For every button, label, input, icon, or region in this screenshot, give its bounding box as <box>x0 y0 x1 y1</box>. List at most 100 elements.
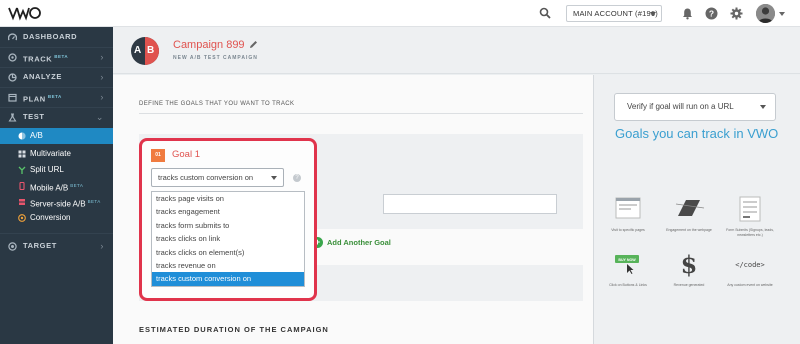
badge-letter-a: A <box>134 45 142 56</box>
vwo-logo[interactable] <box>8 5 42 21</box>
track-icon <box>8 53 17 62</box>
sidebar-subitem-ab[interactable]: A/B <box>0 128 113 144</box>
app-window: MAIN ACCOUNT (#196) ? DASHBOARD TRACK BE… <box>0 0 800 344</box>
sidebar-item-track[interactable]: TRACK BETA › <box>0 47 113 67</box>
browser-page-icon <box>615 197 641 219</box>
dropdown-option[interactable]: tracks form submits to <box>152 219 304 232</box>
ab-icon <box>18 132 26 140</box>
user-menu-chevron-icon[interactable] <box>779 12 785 16</box>
sidebar-item-label: ANALYZE <box>23 72 62 81</box>
dropdown-option[interactable]: tracks page visits on <box>152 192 304 205</box>
add-another-goal-button[interactable]: + Add Another Goal <box>312 237 391 249</box>
split-icon <box>18 166 26 174</box>
sidebar: DASHBOARD TRACK BETA › ANALYZE › PLAN BETA… <box>0 27 113 344</box>
ab-test-badge-icon: A B <box>131 37 159 65</box>
verify-url-label: Verify if goal will run on a URL <box>627 102 734 111</box>
dropdown-option[interactable]: tracks engagement <box>152 205 304 218</box>
test-icon <box>8 113 17 122</box>
beta-badge: BETA <box>54 54 69 59</box>
account-label: MAIN ACCOUNT (#196) <box>573 9 658 18</box>
campaign-header: A B Campaign 899 NEW A/B TEST CAMPAIGN <box>113 27 800 74</box>
beta-badge: BETA <box>87 199 101 204</box>
chevron-right-icon: › <box>100 241 104 251</box>
chevron-right-icon: › <box>100 92 104 102</box>
sidebar-subitem-label: Split URL <box>30 165 64 174</box>
sidebar-item-label: DASHBOARD <box>23 32 78 41</box>
search-icon[interactable] <box>539 7 551 19</box>
dropdown-option-selected[interactable]: tracks custom conversion on <box>152 272 304 286</box>
chevron-right-icon: › <box>100 52 104 62</box>
target-icon <box>8 242 17 251</box>
form-icon <box>739 196 761 222</box>
sidebar-subitem-label: Mobile A/B <box>30 183 69 193</box>
gear-icon[interactable] <box>730 7 743 20</box>
plan-icon <box>8 93 17 102</box>
thumb-caption: Engagement on the webpage <box>666 228 712 232</box>
campaign-subtitle: NEW A/B TEST CAMPAIGN <box>173 55 258 61</box>
thumb-caption: Revenue generated <box>673 283 705 287</box>
goal-title: Goal 1 <box>172 149 200 160</box>
user-avatar[interactable] <box>756 4 775 23</box>
chevron-down-icon: ⌄ <box>95 112 104 122</box>
engagement-icon <box>675 200 705 216</box>
sidebar-item-label: TARGET <box>23 241 57 250</box>
thumb-caption: Form Submits (Signups, leads, newsletter… <box>726 228 774 237</box>
top-bar: MAIN ACCOUNT (#196) ? <box>0 0 800 27</box>
info-icon[interactable]: ? <box>293 174 301 182</box>
edit-pencil-icon[interactable] <box>249 40 258 49</box>
sidebar-subitem-mobile-ab[interactable]: Mobile A/B BETA <box>0 178 113 194</box>
sidebar-subitem-label: A/B <box>30 131 43 140</box>
sidebar-item-plan[interactable]: PLAN BETA › <box>0 87 113 107</box>
sidebar-subitem-multivariate[interactable]: Multivariate <box>0 146 113 162</box>
thumb-caption: Click on Buttons & Links <box>609 283 647 287</box>
goals-you-can-track-heading: Goals you can track in VWO <box>615 126 779 141</box>
thumb-caption: Visit to specific pages <box>611 228 645 232</box>
goal-thumb-clicks: BUY NOW Click on Buttons & Links <box>603 249 653 288</box>
divider <box>139 113 583 114</box>
dropdown-option[interactable]: tracks revenue on <box>152 259 304 272</box>
beta-badge: BETA <box>47 94 62 99</box>
chevron-down-icon <box>760 105 766 109</box>
goal-number-badge: 01 <box>151 149 165 162</box>
estimated-duration-heading: ESTIMATED DURATION OF THE CAMPAIGN <box>139 325 329 334</box>
goal-type-dropdown-list: tracks page visits on tracks engagement … <box>151 191 305 287</box>
add-goal-label: Add Another Goal <box>327 238 391 247</box>
sidebar-subitem-label: Conversion <box>30 213 71 222</box>
beta-badge: BETA <box>70 183 84 188</box>
sidebar-subitem-split-url[interactable]: Split URL <box>0 162 113 178</box>
sidebar-subitem-label: Multivariate <box>30 149 71 158</box>
dropdown-option[interactable]: tracks clicks on link <box>152 232 304 245</box>
sidebar-item-dashboard[interactable]: DASHBOARD <box>0 27 113 47</box>
goal-thumb-custom-event: </code> Any custom event on website <box>725 249 775 288</box>
right-panel: Verify if goal will run on a URL Goals y… <box>593 75 800 344</box>
sidebar-subitem-server-side-ab[interactable]: Server-side A/B BETA <box>0 194 113 210</box>
account-selector[interactable]: MAIN ACCOUNT (#196) <box>566 5 662 22</box>
sidebar-item-label: TRACK <box>23 54 53 64</box>
dashboard-icon <box>8 33 17 41</box>
goal-url-input[interactable] <box>383 194 557 214</box>
mobile-icon <box>19 182 25 190</box>
divider <box>0 233 113 234</box>
verify-url-dropdown[interactable]: Verify if goal will run on a URL <box>614 93 776 121</box>
sidebar-subitem-conversion[interactable]: Conversion <box>0 210 113 226</box>
bell-icon[interactable] <box>681 7 694 20</box>
dropdown-option[interactable]: tracks clicks on element(s) <box>152 246 304 259</box>
svg-text:BUY NOW: BUY NOW <box>618 258 636 262</box>
goal-type-selected-value: tracks custom conversion on <box>158 173 254 182</box>
chevron-down-icon <box>271 176 277 180</box>
conversion-icon <box>18 214 26 222</box>
help-icon[interactable]: ? <box>705 7 718 20</box>
code-icon: </code> <box>735 261 765 269</box>
analyze-icon <box>8 73 17 82</box>
buy-now-button-icon: BUY NOW <box>615 255 639 274</box>
server-icon <box>19 199 25 205</box>
chevron-right-icon: › <box>100 72 104 82</box>
define-goals-heading: DEFINE THE GOALS THAT YOU WANT TO TRACK <box>139 101 295 107</box>
dollar-icon: $ <box>680 250 698 279</box>
sidebar-item-test[interactable]: TEST ⌄ <box>0 107 113 127</box>
sidebar-item-label: TEST <box>23 112 45 121</box>
sidebar-item-analyze[interactable]: ANALYZE › <box>0 67 113 87</box>
sidebar-item-label: PLAN <box>23 94 46 104</box>
sidebar-item-target[interactable]: TARGET › <box>0 236 113 256</box>
goal-type-select[interactable]: tracks custom conversion on <box>151 168 284 187</box>
